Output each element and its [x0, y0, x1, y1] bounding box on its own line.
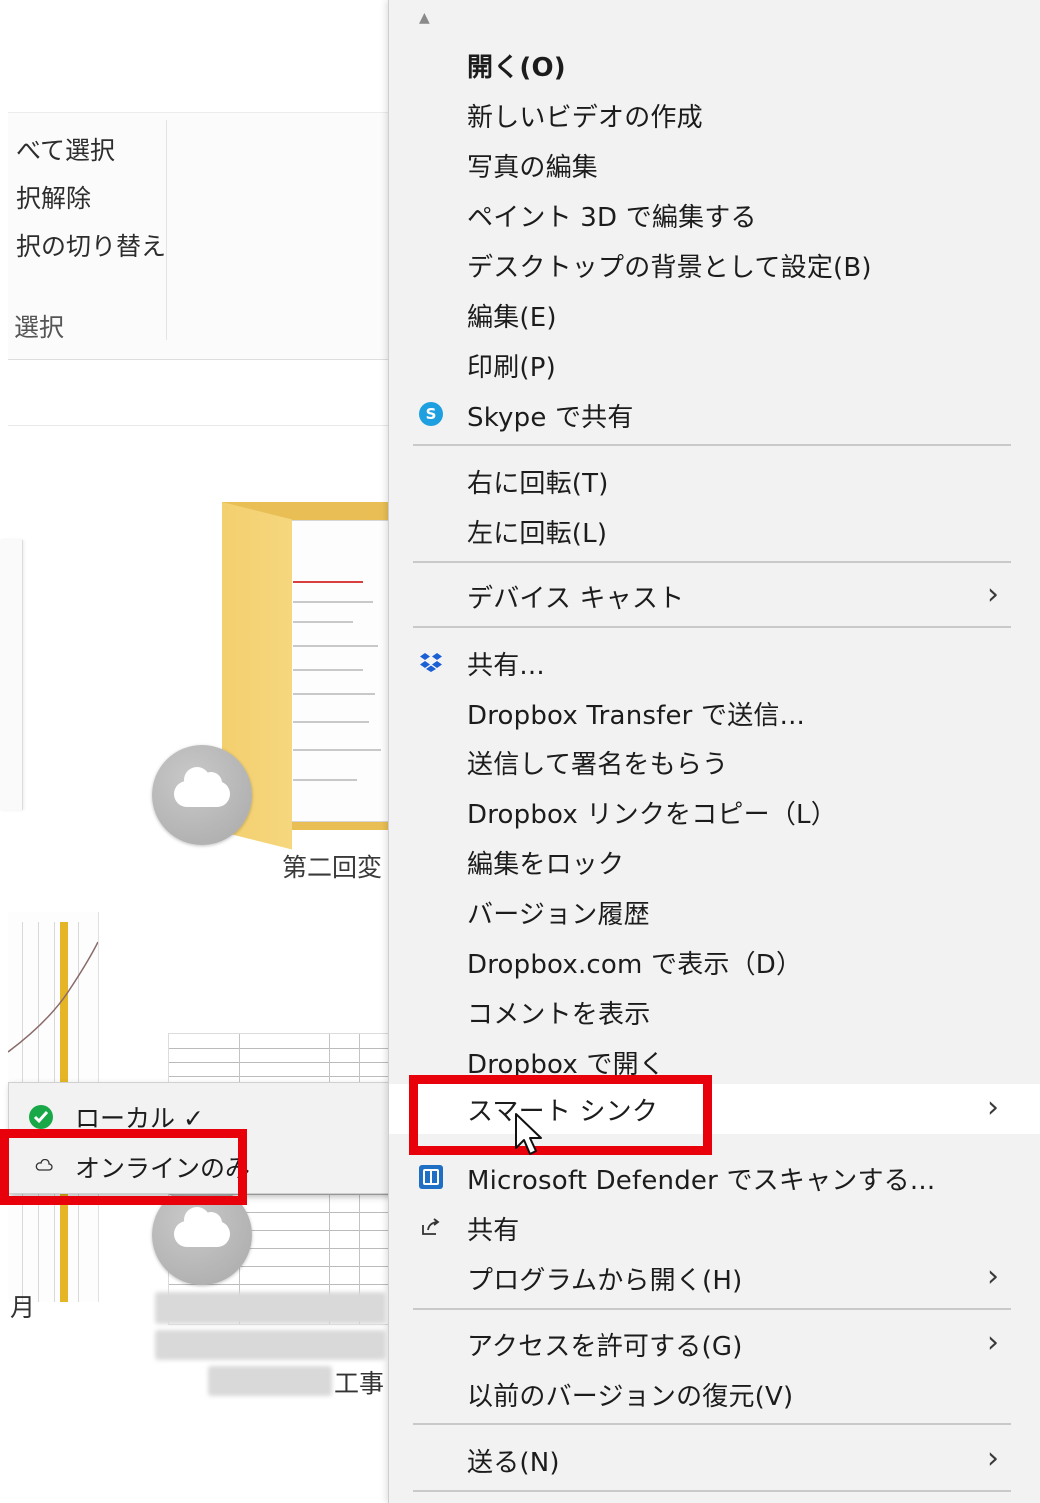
menu-item-label: 共有 — [467, 1216, 520, 1246]
ribbon-invert-selection[interactable]: 択の切り替え — [16, 227, 166, 263]
menu-item-label: アクセスを許可する(G) — [467, 1332, 743, 1362]
menu-separator — [413, 1423, 1011, 1425]
menu-item-share[interactable]: 共有 — [389, 1203, 1029, 1253]
ribbon-select-all[interactable]: べて選択 — [16, 131, 115, 167]
menu-item-label: 写真の編集 — [467, 153, 599, 183]
menu-item-label: コメントを表示 — [467, 1000, 651, 1030]
menu-item-label: 編集をロック — [467, 850, 625, 880]
chevron-right-icon: › — [987, 1090, 999, 1125]
menu-separator — [413, 561, 1011, 563]
pane-divider — [8, 425, 390, 426]
online-only-cloud-icon — [152, 745, 252, 845]
menu-item-label: 以前のバージョンの復元(V) — [467, 1382, 794, 1412]
chevron-right-icon: › — [987, 577, 999, 612]
file-name-suffix: 工事 — [334, 1369, 385, 1398]
menu-item-show-comments[interactable]: コメントを表示 — [389, 987, 1029, 1037]
menu-separator — [413, 626, 1011, 628]
share-icon — [422, 1218, 440, 1235]
menu-item-defender-scan[interactable]: Microsoft Defender でスキャンする... — [389, 1153, 1029, 1203]
menu-item-label: プログラムから開く(H) — [467, 1266, 743, 1296]
menu-item-restore-previous[interactable]: 以前のバージョンの復元(V) — [389, 1369, 1029, 1419]
menu-item-label: 開く(O) — [467, 53, 566, 83]
menu-item-label: Dropbox リンクをコピー（L） — [467, 800, 837, 830]
menu-item-label: Microsoft Defender でスキャンする... — [467, 1166, 936, 1196]
menu-item-rotate-right[interactable]: 右に回転(T) — [389, 456, 1029, 506]
ribbon-group-label: 選択 — [14, 313, 65, 342]
menu-separator — [413, 1308, 1011, 1310]
skype-icon: S — [419, 402, 443, 426]
highlight-box-online-only — [0, 1129, 247, 1205]
menu-item-view-on-dropbox[interactable]: Dropbox.com で表示（D） — [389, 937, 1029, 987]
ribbon-select-group: べて選択 択解除 択の切り替え — [8, 112, 388, 360]
highlight-box-smart-sync — [409, 1075, 712, 1155]
menu-item-label: デバイス キャスト — [467, 584, 685, 614]
menu-item-dropbox-share[interactable]: 共有... — [389, 638, 1029, 688]
blurred-filename-3 — [208, 1366, 332, 1396]
file-explorer-background: べて選択 択解除 択の切り替え 選択 第二回変 月 工事 — [0, 0, 390, 1503]
menu-item-copy-dropbox-link[interactable]: Dropbox リンクをコピー（L） — [389, 787, 1029, 837]
menu-item-label: 新しいビデオの作成 — [467, 103, 703, 133]
folder-name-label: 第二回変 — [282, 853, 383, 882]
ribbon-top — [8, 0, 390, 112]
menu-item-send-to[interactable]: 送る(N) › — [389, 1435, 1029, 1485]
menu-item-skype-share[interactable]: S Skype で共有 — [389, 390, 1029, 440]
menu-separator — [413, 444, 1011, 446]
menu-item-paint-3d[interactable]: ペイント 3D で編集する — [389, 190, 1029, 240]
green-check-icon — [29, 1105, 53, 1129]
menu-item-edit-photo[interactable]: 写真の編集 — [389, 140, 1029, 190]
menu-item-label: デスクトップの背景として設定(B) — [467, 253, 872, 283]
menu-item-give-access[interactable]: アクセスを許可する(G) › — [389, 1319, 1029, 1369]
menu-item-label: 編集(E) — [467, 303, 557, 333]
menu-item-set-desktop-bg[interactable]: デスクトップの背景として設定(B) — [389, 240, 1029, 290]
blurred-filename — [155, 1292, 385, 1324]
menu-item-new-video[interactable]: 新しいビデオの作成 — [389, 90, 1029, 140]
menu-item-label: 左に回転(L) — [467, 519, 608, 549]
chevron-right-icon: › — [987, 1325, 999, 1360]
menu-item-label: Skype で共有 — [467, 403, 634, 433]
menu-item-label: バージョン履歴 — [467, 900, 650, 930]
dropbox-icon — [420, 653, 442, 672]
menu-item-request-signature[interactable]: 送信して署名をもらう — [389, 737, 1029, 787]
chevron-right-icon: › — [987, 1259, 999, 1294]
menu-item-open[interactable]: 開く(O) — [389, 40, 1029, 90]
menu-item-label: 印刷(P) — [467, 353, 556, 383]
mouse-cursor-icon — [515, 1113, 542, 1155]
menu-item-version-history[interactable]: バージョン履歴 — [389, 887, 1029, 937]
menu-item-label: 共有... — [467, 651, 545, 681]
chevron-right-icon: › — [987, 1441, 999, 1476]
menu-item-label: 送信して署名をもらう — [467, 750, 729, 780]
menu-item-edit[interactable]: 編集(E) — [389, 290, 1029, 340]
menu-item-lock-editing[interactable]: 編集をロック — [389, 837, 1029, 887]
menu-item-label: Dropbox Transfer で送信... — [467, 701, 806, 731]
menu-item-label: ペイント 3D で編集する — [467, 203, 757, 233]
menu-item-print[interactable]: 印刷(P) — [389, 340, 1029, 390]
file-name-label: 月 — [10, 1293, 36, 1322]
menu-item-label: Dropbox.com で表示（D） — [467, 950, 803, 980]
menu-separator — [413, 1490, 1011, 1492]
context-menu: ▲ 開く(O) 新しいビデオの作成 写真の編集 ペイント 3D で編集する デス… — [388, 0, 1040, 1503]
menu-item-label: 右に回転(T) — [467, 469, 609, 499]
document-thumbnail[interactable] — [0, 540, 23, 810]
menu-item-device-cast[interactable]: デバイス キャスト › — [389, 571, 1029, 621]
menu-item-label: 送る(N) — [467, 1448, 560, 1478]
ribbon-divider — [166, 120, 167, 340]
menu-item-dropbox-transfer[interactable]: Dropbox Transfer で送信... — [389, 688, 1029, 738]
defender-icon — [419, 1165, 443, 1189]
blurred-filename-2 — [155, 1330, 385, 1360]
menu-item-rotate-left[interactable]: 左に回転(L) — [389, 506, 1029, 556]
scroll-up-arrow-icon[interactable]: ▲ — [419, 10, 430, 26]
ribbon-select-none[interactable]: 択解除 — [16, 179, 91, 215]
menu-item-open-with[interactable]: プログラムから開く(H) › — [389, 1253, 1029, 1303]
